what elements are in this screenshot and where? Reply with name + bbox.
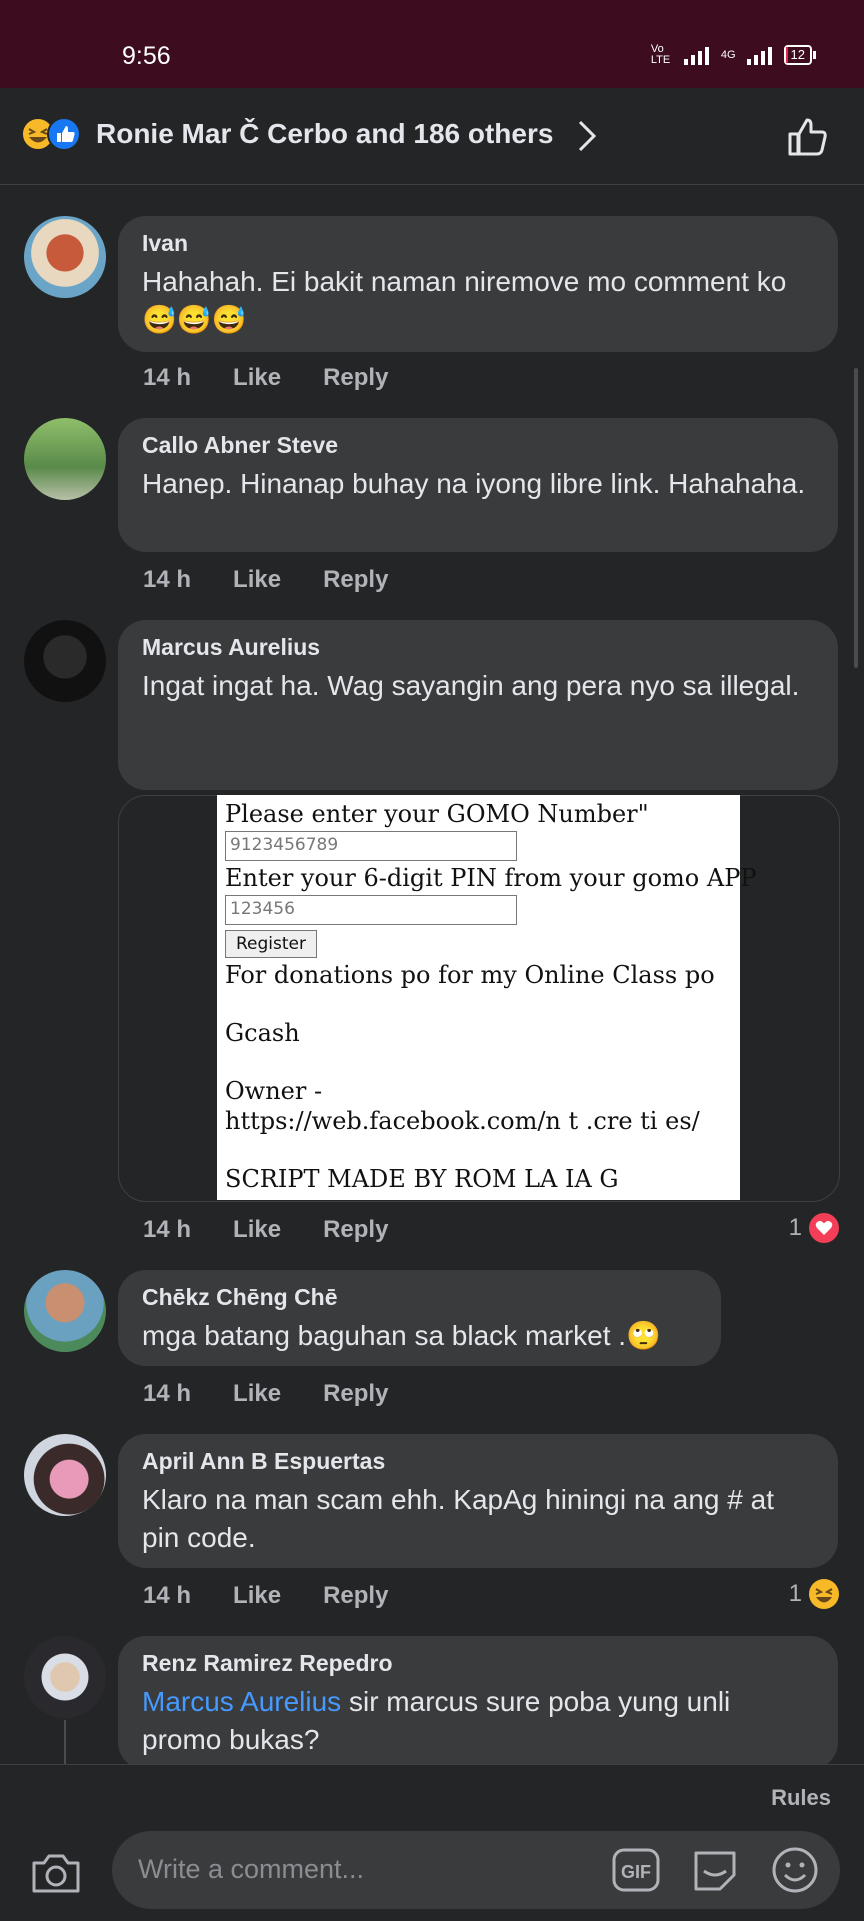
clock: 9:56 [122,42,171,70]
comment-text: Ingat ingat ha. Wag sayangin ang pera ny… [142,670,800,701]
rules-link[interactable]: Rules [771,1785,831,1811]
like-icon [47,117,81,151]
comment-actions: 14 h Like Reply [143,1380,430,1408]
avatar[interactable] [24,1636,106,1718]
haha-icon [809,1579,839,1609]
composer-bar: Rules Write a comment... GIF [0,1764,864,1921]
comment-text: Hahahah. Ei bakit naman niremove mo comm… [142,266,787,335]
reaction-count-value: 1 [788,1214,802,1241]
comment-text: mga batang baguhan sa black market .🙄 [142,1320,661,1351]
comment-input[interactable]: Write a comment... GIF [112,1831,840,1909]
timestamp: 14 h [143,1216,192,1243]
comment-bubble[interactable]: Marcus Aurelius Ingat ingat ha. Wag saya… [118,620,838,790]
like-button[interactable]: Like [233,1216,281,1244]
avatar[interactable] [24,1434,106,1516]
screenshot-line: SCRIPT MADE BY ROM LA IA G [225,1165,619,1193]
like-button[interactable]: Like [233,1380,281,1408]
status-bar: 9:56 Vo LTE 4G 12 [0,0,864,88]
screenshot-line: Owner - [225,1077,323,1105]
comment-bubble[interactable]: Chēkz Chēng Chē mga batang baguhan sa bl… [118,1270,721,1366]
gomo-number-field: 9123456789 [225,831,517,861]
like-button[interactable]: Like [233,566,281,594]
gif-icon[interactable]: GIF [612,1848,660,1892]
attached-screenshot[interactable]: Please enter your GOMO Number" 912345678… [217,795,757,1200]
timestamp: 14 h [143,1380,192,1407]
avatar[interactable] [24,418,106,500]
signal-icon-2 [746,47,772,65]
love-icon [809,1213,839,1243]
reply-button[interactable]: Reply [323,364,388,392]
comment-text: Marcus Aurelius sir marcus sure poba yun… [142,1683,814,1759]
commenter-name[interactable]: Callo Abner Steve [142,432,814,459]
pin-field: 123456 [225,895,517,925]
reaction-count[interactable]: 1 [789,1578,840,1610]
timestamp: 14 h [143,1582,192,1609]
comments-sheet: Ronie Mar Č Cerbo and 186 others Ivan Ha… [0,88,864,1920]
commenter-name[interactable]: Marcus Aurelius [142,634,814,661]
comment-actions: 14 h Like Reply [143,364,430,392]
screenshot-line: For donations po for my Online Class po [225,961,715,989]
avatar[interactable] [24,216,106,298]
avatar[interactable] [24,1270,106,1352]
comment-actions: 14 h Like Reply [143,1582,430,1610]
comment-text: Klaro na man scam ehh. KapAg hiningi na … [142,1484,774,1553]
screenshot-line: https://web.facebook.com/n t .cre ti es/ [225,1107,700,1135]
commenter-name[interactable]: Ivan [142,230,814,257]
chevron-right-icon[interactable] [575,118,599,154]
emoji-icon[interactable] [770,1845,820,1895]
reply-button[interactable]: Reply [323,1380,388,1408]
commenter-name[interactable]: Chēkz Chēng Chē [142,1284,697,1311]
reply-button[interactable]: Reply [323,566,388,594]
avatar[interactable] [24,620,106,702]
mention-link[interactable]: Marcus Aurelius [142,1686,341,1717]
svg-text:GIF: GIF [621,1862,651,1882]
reply-button[interactable]: Reply [323,1216,388,1244]
comment-actions: 14 h Like Reply [143,1216,430,1244]
signal-icon [683,47,709,65]
timestamp: 14 h [143,566,192,593]
comment-text: Hanep. Hinanap buhay na iyong libre link… [142,468,806,499]
reply-thread-line [64,1720,66,1764]
comment-actions: 14 h Like Reply [143,566,430,594]
register-button: Register [225,930,317,958]
like-button[interactable]: Like [233,1582,281,1610]
like-outline-icon[interactable] [786,114,830,158]
battery-icon: 12 [783,45,816,65]
commenter-name[interactable]: April Ann B Espuertas [142,1448,814,1475]
comment-bubble[interactable]: Ivan Hahahah. Ei bakit naman niremove mo… [118,216,838,352]
reaction-icons [21,117,81,151]
status-icons: Vo LTE 4G 12 [651,44,816,66]
reply-button[interactable]: Reply [323,1582,388,1610]
like-button[interactable]: Like [233,364,281,392]
network-type-icon: 4G [720,49,736,61]
screenshot-line: Gcash [225,1019,300,1047]
reactions-header[interactable]: Ronie Mar Č Cerbo and 186 others [0,88,864,185]
reaction-count[interactable]: 1 [789,1212,840,1244]
comment-bubble[interactable]: April Ann B Espuertas Klaro na man scam … [118,1434,838,1568]
volte-icon: Vo LTE [650,43,671,66]
camera-icon[interactable] [30,1851,82,1895]
comment-bubble[interactable]: Renz Ramirez Repedro Marcus Aurelius sir… [118,1636,838,1770]
commenter-name[interactable]: Renz Ramirez Repedro [142,1650,814,1677]
comment-input-placeholder: Write a comment... [138,1854,365,1884]
screenshot-line: Please enter your GOMO Number" [225,800,649,828]
screenshot-line: Enter your 6-digit PIN from your gomo AP… [225,864,757,892]
reactors-title: Ronie Mar Č Cerbo and 186 others [96,118,554,149]
reaction-count-value: 1 [788,1580,802,1607]
comment-bubble[interactable]: Callo Abner Steve Hanep. Hinanap buhay n… [118,418,838,552]
timestamp: 14 h [143,364,192,391]
battery-level: 12 [790,47,805,62]
sticker-icon[interactable] [690,1845,740,1895]
scrollbar[interactable] [854,368,858,668]
